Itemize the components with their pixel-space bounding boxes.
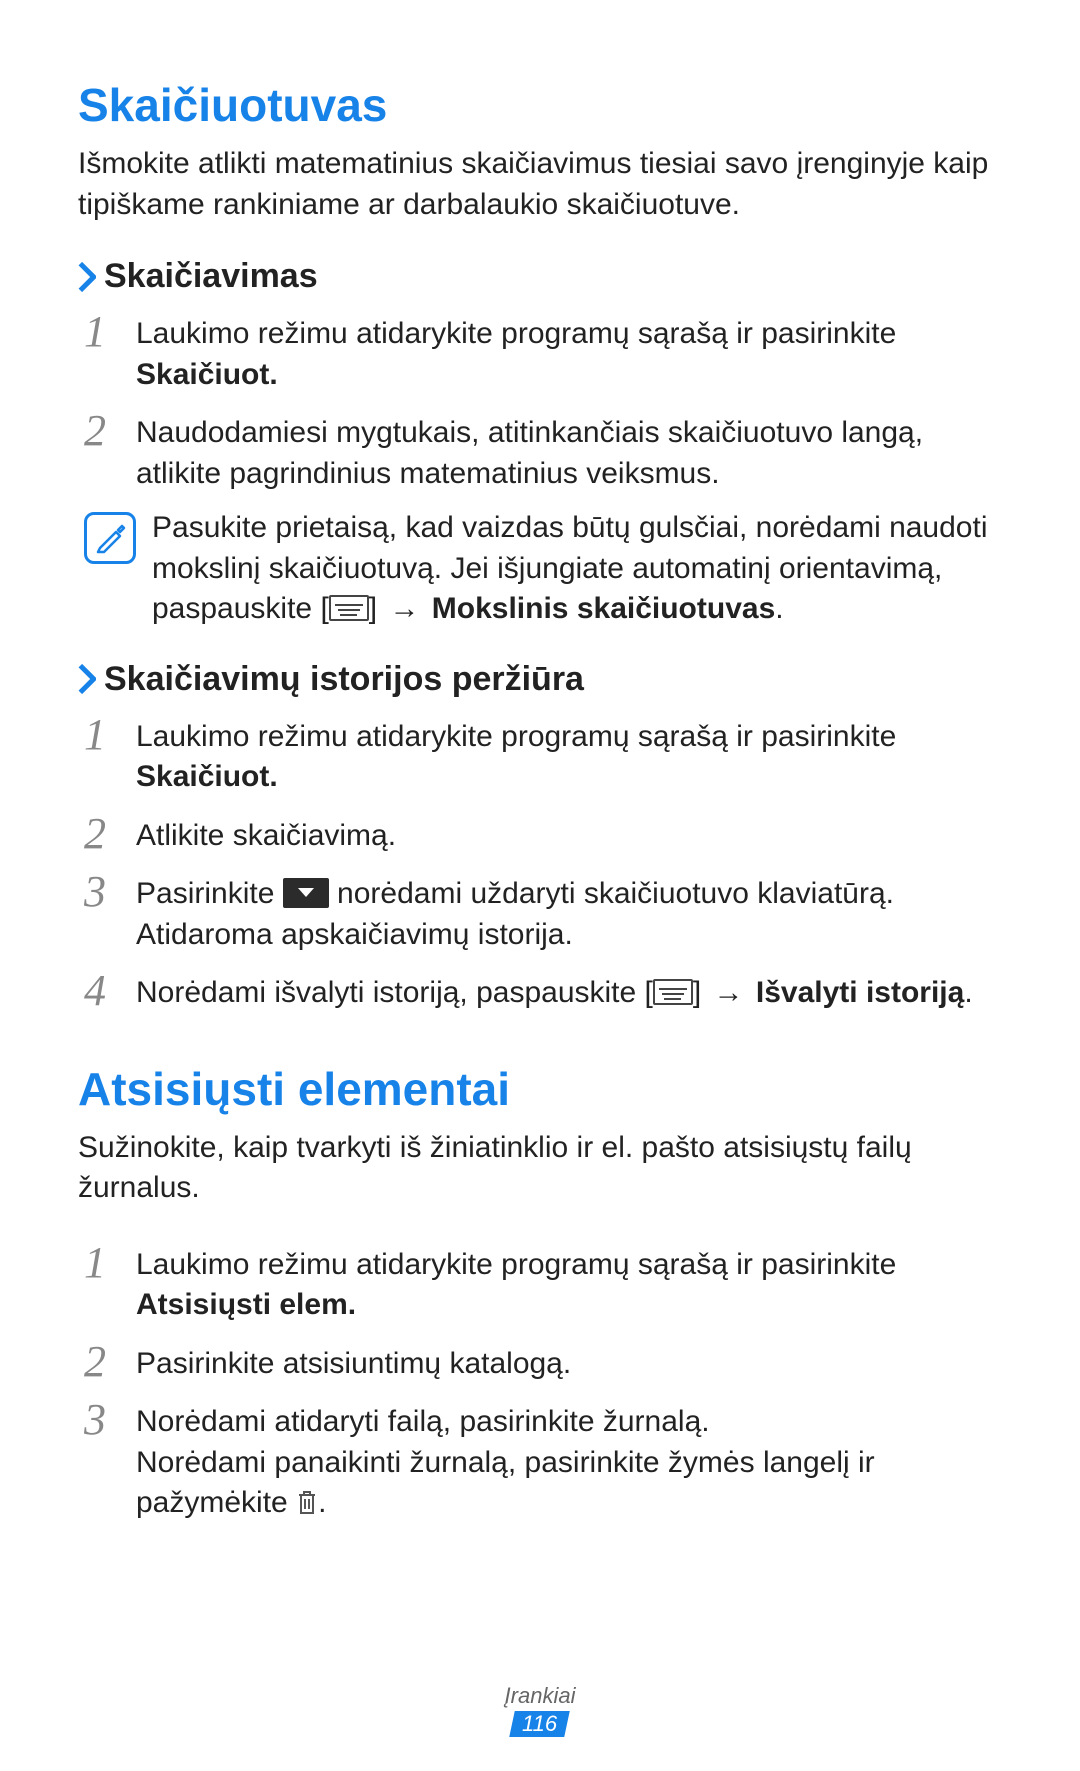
step-text: Laukimo režimu atidarykite programų sąra…: [136, 713, 1002, 798]
step-item: 4 Norėdami išvalyti istoriją, paspauskit…: [78, 969, 1002, 1014]
step-text: Pasirinkite norėdami uždaryti skaičiuotu…: [136, 870, 1002, 955]
text-run: ]: [369, 592, 386, 625]
step-number: 1: [84, 310, 136, 354]
page-footer: Įrankiai 116: [0, 1683, 1080, 1737]
arrow-icon: →: [710, 976, 748, 1009]
step-item: 2 Naudodamiesi mygtukais, atitinkančiais…: [78, 409, 1002, 494]
step-number: 4: [84, 969, 136, 1013]
note-box: Pasukite prietaisą, kad vaizdas būtų gul…: [78, 508, 1002, 630]
subhead-calculation: Skaičiavimas: [78, 257, 1002, 296]
subhead-title: Skaičiavimų istorijos peržiūra: [104, 660, 584, 699]
step-number: 3: [84, 1398, 136, 1442]
step-item: 2 Atlikite skaičiavimą.: [78, 812, 1002, 857]
page-number: 116: [522, 1711, 557, 1737]
text-run: Pasirinkite: [136, 877, 283, 910]
chevron-right-icon: [78, 262, 96, 292]
heading-calculator: Skaičiuotuvas: [78, 78, 1002, 132]
footer-section-label: Įrankiai: [0, 1683, 1080, 1709]
note-text: Pasukite prietaisą, kad vaizdas būtų gul…: [152, 508, 1002, 630]
step-number: 2: [84, 1340, 136, 1384]
page-number-badge: 116: [510, 1711, 571, 1737]
text-run: Laukimo režimu atidarykite programų sąra…: [136, 1248, 896, 1281]
step-item: 3 Norėdami atidaryti failą, pasirinkite …: [78, 1398, 1002, 1524]
subhead-title: Skaičiavimas: [104, 257, 318, 296]
step-number: 1: [84, 1241, 136, 1285]
step-number: 2: [84, 409, 136, 453]
step-item: 1 Laukimo režimu atidarykite programų są…: [78, 713, 1002, 798]
menu-icon: [653, 979, 693, 1005]
step-text: Atlikite skaičiavimą.: [136, 812, 1002, 857]
text-run: ]: [693, 976, 710, 1009]
text-bold: Skaičiuot.: [136, 358, 278, 391]
dropdown-icon: [283, 878, 329, 908]
text-bold: Mokslinis skaičiuotuvas: [423, 592, 775, 625]
step-item: 3 Pasirinkite norėdami uždaryti skaičiuo…: [78, 870, 1002, 955]
step-text: Norėdami išvalyti istoriją, paspauskite …: [136, 969, 1002, 1014]
text-run: Laukimo režimu atidarykite programų sąra…: [136, 317, 896, 350]
arrow-icon: →: [385, 592, 423, 625]
heading-downloads: Atsisiųsti elementai: [78, 1062, 1002, 1116]
chevron-right-icon: [78, 664, 96, 694]
text-run: Laukimo režimu atidarykite programų sąra…: [136, 720, 896, 753]
menu-icon: [329, 595, 369, 621]
step-text: Norėdami atidaryti failą, pasirinkite žu…: [136, 1398, 1002, 1524]
text-run: .: [775, 592, 783, 625]
step-item: 1 Laukimo režimu atidarykite programų są…: [78, 310, 1002, 395]
text-run: Norėdami atidaryti failą, pasirinkite žu…: [136, 1402, 1002, 1443]
step-text: Pasirinkite atsisiuntimų katalogą.: [136, 1340, 1002, 1385]
text-bold: Skaičiuot.: [136, 760, 278, 793]
text-run: Norėdami išvalyti istoriją, paspauskite …: [136, 976, 653, 1009]
trash-icon: [296, 1489, 318, 1515]
subhead-history: Skaičiavimų istorijos peržiūra: [78, 660, 1002, 699]
note-icon: [84, 512, 136, 564]
intro-calculator: Išmokite atlikti matematinius skaičiavim…: [78, 144, 1002, 225]
text-bold: Išvalyti istoriją: [748, 976, 965, 1009]
step-item: 1 Laukimo režimu atidarykite programų są…: [78, 1241, 1002, 1326]
step-text: Naudodamiesi mygtukais, atitinkančiais s…: [136, 409, 1002, 494]
step-number: 1: [84, 713, 136, 757]
text-run: Norėdami panaikinti žurnalą, pasirinkite…: [136, 1446, 875, 1520]
text-bold: Atsisiųsti elem.: [136, 1288, 356, 1321]
text-run: .: [964, 976, 972, 1009]
step-item: 2 Pasirinkite atsisiuntimų katalogą.: [78, 1340, 1002, 1385]
intro-downloads: Sužinokite, kaip tvarkyti iš žiniatinkli…: [78, 1128, 1002, 1209]
step-text: Laukimo režimu atidarykite programų sąra…: [136, 1241, 1002, 1326]
step-text: Laukimo režimu atidarykite programų sąra…: [136, 310, 1002, 395]
step-number: 3: [84, 870, 136, 914]
step-number: 2: [84, 812, 136, 856]
text-run: .: [318, 1486, 326, 1519]
